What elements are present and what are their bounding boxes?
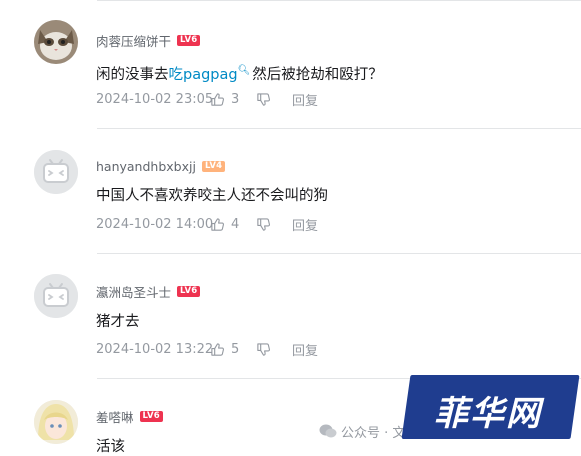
- comment-text: 中国人不喜欢养咬主人还不会叫的狗: [96, 188, 328, 204]
- like-count: 5: [231, 341, 240, 357]
- default-avatar-image: [34, 150, 78, 194]
- username-text[interactable]: hanyandhbxbxjj: [96, 159, 196, 174]
- like-button[interactable]: 4: [210, 217, 256, 232]
- comment-text: 闲的没事去吃pagpag🔍︎ 然后被抢劫和殴打？: [96, 62, 383, 84]
- comment-meta: 2024-10-02 23:05 3 回复: [96, 90, 318, 109]
- search-icon[interactable]: 🔍︎: [238, 65, 251, 76]
- comment-meta: 2024-10-02 14:00 4 回复: [96, 215, 318, 234]
- like-button[interactable]: 5: [210, 342, 256, 357]
- level-badge: LV6: [177, 285, 201, 297]
- wechat-icon: [319, 424, 337, 438]
- comment-text-after: 然后被抢劫和殴打？: [252, 67, 383, 83]
- level-badge: LV6: [139, 410, 163, 422]
- dislike-button[interactable]: [256, 92, 292, 107]
- avatar[interactable]: [34, 20, 78, 64]
- anime-avatar-image: [34, 400, 78, 444]
- thumbs-up-icon: [211, 217, 225, 231]
- brand-watermark: 菲华网: [434, 394, 542, 434]
- comment-time: 2024-10-02 13:22: [96, 341, 214, 357]
- thumbs-down-icon: [257, 92, 271, 106]
- comment-text: 猪才去: [96, 314, 140, 330]
- top-divider: [97, 0, 581, 1]
- comment-time: 2024-10-02 23:05: [96, 91, 214, 107]
- cat-avatar-image: [34, 20, 78, 64]
- username-text[interactable]: 瀛洲岛圣斗士: [96, 282, 171, 301]
- avatar[interactable]: [34, 150, 78, 194]
- comment-time: 2024-10-02 14:00: [96, 216, 214, 232]
- username[interactable]: 羞嗒啉 LV6: [96, 407, 163, 426]
- comment-text-before: 闲的没事去: [96, 67, 169, 83]
- reply-button[interactable]: 回复: [292, 340, 318, 359]
- comment-divider: [97, 128, 581, 129]
- thumbs-up-icon: [211, 92, 225, 106]
- username[interactable]: 瀛洲岛圣斗士 LV6: [96, 282, 201, 301]
- thumbs-down-icon: [257, 217, 271, 231]
- username[interactable]: 肉蓉压缩饼干 LV6: [96, 31, 201, 50]
- comment-text: 活该: [96, 439, 125, 455]
- username-text[interactable]: 肉蓉压缩饼干: [96, 31, 171, 50]
- like-count: 3: [231, 91, 240, 107]
- reply-button[interactable]: 回复: [292, 215, 318, 234]
- default-avatar-image: [34, 274, 78, 318]
- comment-divider: [97, 253, 581, 254]
- level-badge: LV6: [177, 34, 201, 46]
- thumbs-up-icon: [211, 342, 225, 356]
- wechat-account-watermark: 公众号 · 文: [319, 422, 405, 441]
- username-text[interactable]: 羞嗒啉: [96, 407, 134, 426]
- username[interactable]: hanyandhbxbxjj LV4: [96, 158, 226, 174]
- dislike-button[interactable]: [256, 217, 292, 232]
- reply-button[interactable]: 回复: [292, 90, 318, 109]
- avatar[interactable]: [34, 274, 78, 318]
- thumbs-down-icon: [257, 342, 271, 356]
- dislike-button[interactable]: [256, 342, 292, 357]
- comment-meta: 2024-10-02 13:22 5 回复: [96, 340, 318, 359]
- like-count: 4: [231, 216, 240, 232]
- like-button[interactable]: 3: [210, 92, 256, 107]
- account-label: 公众号 · 文: [341, 426, 406, 441]
- level-badge: LV4: [201, 160, 226, 172]
- avatar[interactable]: [34, 400, 78, 444]
- search-link[interactable]: 吃pagpag: [169, 67, 238, 83]
